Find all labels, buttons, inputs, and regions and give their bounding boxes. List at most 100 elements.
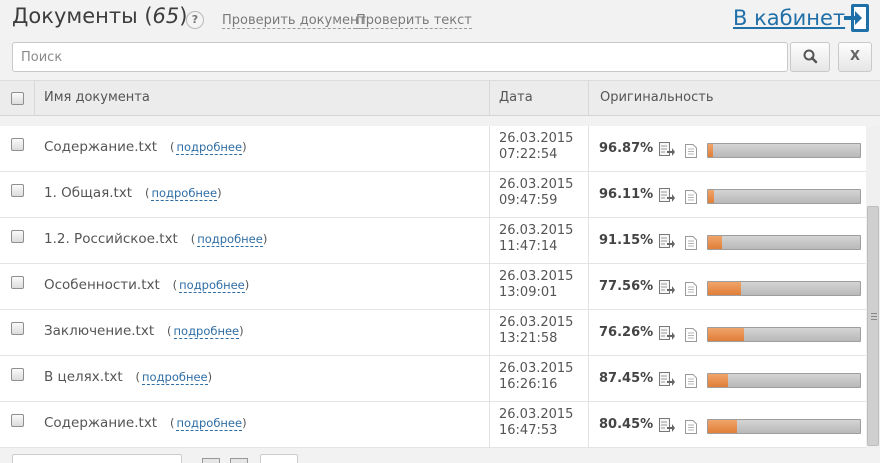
table-row[interactable]: Содержание.txt (подробнее) 26.03.2015 16:4… (0, 402, 866, 448)
column-header-name[interactable]: Имя документа (44, 90, 150, 105)
column-divider (489, 356, 490, 402)
column-divider (489, 81, 490, 116)
date-cell: 26.03.2015 16:47:53 (499, 407, 573, 439)
details-link[interactable]: подробнее (176, 140, 243, 155)
document-name[interactable]: Особенности.txt (44, 277, 160, 293)
row-checkbox[interactable] (11, 276, 24, 289)
details-link[interactable]: подробнее (173, 324, 240, 339)
document-name[interactable]: 1. Общая.txt (44, 185, 132, 201)
vertical-scrollbar[interactable] (866, 126, 880, 448)
search-icon (803, 49, 818, 64)
row-checkbox[interactable] (11, 230, 24, 243)
date-cell: 26.03.2015 07:22:54 (499, 131, 573, 163)
clear-search-button[interactable]: X (838, 42, 872, 72)
exit-icon[interactable] (842, 3, 870, 33)
originality-bar-fill (708, 190, 715, 203)
table-row[interactable]: 1. Общая.txt (подробнее) 26.03.2015 09:47:… (0, 172, 866, 218)
originality-bar-fill (708, 420, 737, 433)
originality-bar-fill (708, 236, 722, 249)
check-report-icon[interactable] (659, 418, 675, 433)
check-report-icon[interactable] (659, 372, 675, 387)
originality-value: 91.15% (599, 233, 654, 248)
check-document-link[interactable]: Проверить документ (222, 13, 367, 29)
document-name[interactable]: Содержание.txt (44, 139, 157, 155)
search-button[interactable] (790, 42, 830, 72)
details-link[interactable]: подробнее (142, 370, 208, 385)
paren-close: ) (242, 140, 247, 154)
document-name-cell: 1. Общая.txt (подробнее) (44, 185, 222, 201)
paren-close: ) (217, 186, 222, 200)
next-page-button[interactable] (230, 458, 248, 463)
table-row[interactable]: Содержание.txt (подробнее) 26.03.2015 07:2… (0, 126, 866, 172)
time-value: 09:47:59 (499, 193, 558, 208)
row-checkbox[interactable] (11, 322, 24, 335)
column-header-date[interactable]: Дата (499, 90, 533, 105)
check-report-icon[interactable] (659, 280, 675, 295)
table-row[interactable]: В целях.txt (подробнее) 26.03.2015 16:26:1… (0, 356, 866, 402)
document-icon[interactable] (685, 235, 697, 250)
paren-close: ) (262, 232, 268, 246)
document-name[interactable]: Содержание.txt (44, 415, 157, 431)
row-checkbox[interactable] (11, 184, 24, 197)
search-input[interactable] (13, 43, 787, 71)
row-checkbox[interactable] (11, 368, 24, 381)
date-cell: 26.03.2015 16:26:16 (499, 361, 573, 393)
originality-bar-fill (708, 374, 728, 387)
originality-value: 96.11% (599, 187, 654, 202)
details-link[interactable]: подробнее (197, 232, 263, 247)
time-value: 13:21:58 (499, 331, 558, 346)
time-value: 11:47:14 (499, 239, 558, 254)
page-size-select[interactable] (12, 454, 182, 463)
check-report-icon[interactable] (659, 142, 675, 157)
document-icon[interactable] (685, 419, 697, 434)
document-name[interactable]: В целях.txt (44, 369, 123, 385)
document-name-cell: Особенности.txt (подробнее) (44, 277, 249, 293)
paren-open: ( (190, 232, 196, 246)
date-value: 26.03.2015 (499, 177, 574, 192)
page-number-input[interactable] (260, 454, 298, 463)
paren-close: ) (239, 324, 244, 338)
document-name-cell: Заключение.txt (подробнее) (44, 323, 244, 339)
column-divider (489, 126, 490, 172)
date-value: 26.03.2015 (499, 361, 574, 376)
paren-close: ) (207, 370, 213, 384)
cabinet-link[interactable]: В кабинет (733, 6, 845, 30)
paren-close: ) (242, 416, 247, 430)
prev-page-button[interactable] (202, 458, 220, 463)
details-link[interactable]: подробнее (176, 416, 243, 431)
originality-bar (707, 143, 861, 158)
document-icon[interactable] (685, 281, 697, 296)
details-link[interactable]: подробнее (151, 186, 218, 201)
help-icon[interactable]: ? (186, 11, 204, 29)
originality-value: 77.56% (599, 279, 654, 294)
table-row[interactable]: Заключение.txt (подробнее) 26.03.2015 13:2… (0, 310, 866, 356)
row-checkbox[interactable] (11, 138, 24, 151)
details-link[interactable]: подробнее (179, 278, 245, 293)
document-icon[interactable] (685, 189, 697, 204)
documents-count: 65 (152, 4, 180, 28)
check-text-link[interactable]: Проверить текст (356, 13, 472, 29)
document-name[interactable]: Заключение.txt (44, 323, 154, 339)
column-divider (489, 218, 490, 264)
originality-bar-fill (708, 282, 742, 295)
check-report-icon[interactable] (659, 234, 675, 249)
column-header-originality[interactable]: Оригинальность (600, 90, 713, 105)
paren-open: ( (169, 416, 175, 430)
table-row[interactable]: 1.2. Российское.txt (подробнее) 26.03.201… (0, 218, 866, 264)
document-icon[interactable] (685, 143, 697, 158)
check-report-icon[interactable] (659, 326, 675, 341)
search-field[interactable] (12, 42, 788, 72)
document-icon[interactable] (685, 373, 697, 388)
check-report-icon[interactable] (659, 188, 675, 203)
select-all-checkbox[interactable] (11, 92, 24, 105)
table-header: Имя документа Дата Оригинальность (0, 80, 880, 116)
row-checkbox[interactable] (11, 414, 24, 427)
scrollbar-thumb[interactable] (867, 206, 879, 446)
column-divider (588, 310, 589, 356)
table-row[interactable]: Особенности.txt (подробнее) 26.03.2015 13:… (0, 264, 866, 310)
date-cell: 26.03.2015 13:21:58 (499, 315, 573, 347)
document-name[interactable]: 1.2. Российское.txt (44, 231, 178, 247)
originality-value: 80.45% (599, 417, 654, 432)
document-icon[interactable] (685, 327, 697, 342)
date-cell: 26.03.2015 11:47:14 (499, 223, 573, 255)
